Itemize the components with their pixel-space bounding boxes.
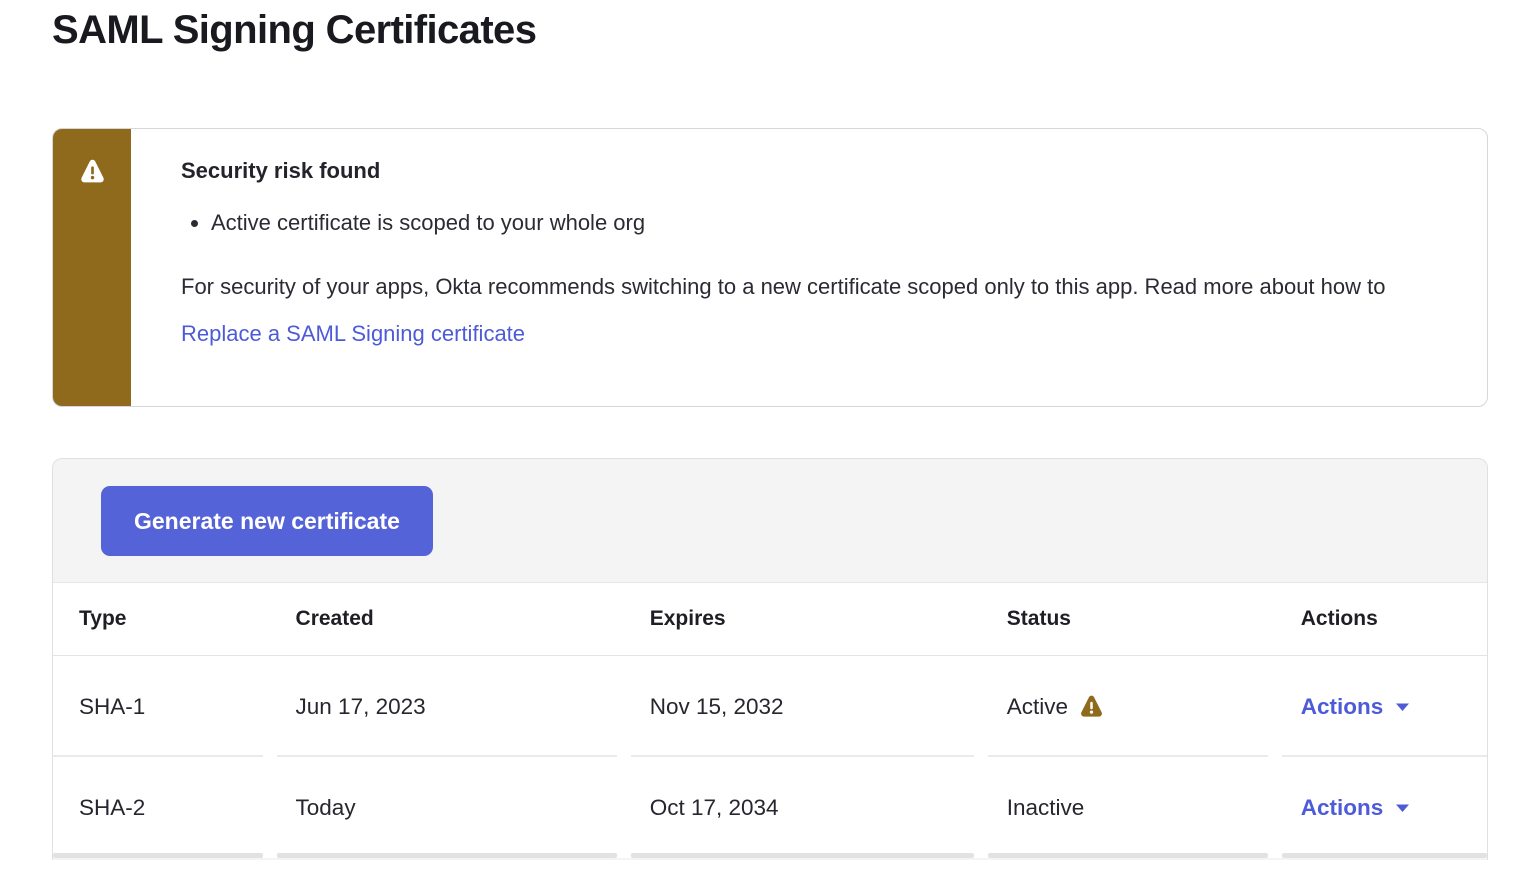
status-label: Active	[1007, 694, 1068, 720]
cell-expires: Oct 17, 2034	[624, 757, 981, 858]
certificates-table-area: Type Created Expires Status Actions SHA-…	[53, 582, 1487, 858]
actions-label: Actions	[1301, 694, 1384, 720]
alert-bullet-list: Active certificate is scoped to your who…	[211, 208, 1431, 238]
cell-type: SHA-2	[53, 757, 270, 858]
security-risk-alert: Security risk found Active certificate i…	[52, 128, 1488, 407]
cell-status: Active	[981, 656, 1275, 757]
column-header-type: Type	[53, 583, 270, 656]
cell-status: Inactive	[981, 757, 1275, 858]
cell-actions: Actions	[1275, 757, 1487, 858]
column-header-status: Status	[981, 583, 1275, 656]
alert-content: Security risk found Active certificate i…	[131, 129, 1487, 406]
actions-dropdown-button[interactable]: Actions	[1301, 795, 1410, 821]
cell-created: Jun 17, 2023	[270, 656, 624, 757]
cell-expires: Nov 15, 2032	[624, 656, 981, 757]
column-header-expires: Expires	[624, 583, 981, 656]
chevron-down-icon	[1396, 804, 1409, 812]
table-row: SHA-2 Today Oct 17, 2034 Inactive Action…	[53, 757, 1487, 858]
alert-severity-stripe	[53, 129, 131, 406]
column-header-created: Created	[270, 583, 624, 656]
status-label: Inactive	[1007, 795, 1085, 821]
column-header-actions: Actions	[1275, 583, 1487, 656]
page-title: SAML Signing Certificates	[52, 8, 536, 53]
cell-actions: Actions	[1275, 656, 1487, 757]
cell-type: SHA-1	[53, 656, 270, 757]
alert-body-prefix: For security of your apps, Okta recommen…	[181, 274, 1385, 299]
chevron-down-icon	[1396, 703, 1409, 711]
cell-created: Today	[270, 757, 624, 858]
status-warning-icon	[1079, 694, 1104, 719]
actions-label: Actions	[1301, 795, 1384, 821]
generate-new-certificate-button[interactable]: Generate new certificate	[101, 486, 433, 556]
certificates-table: Type Created Expires Status Actions SHA-…	[53, 583, 1487, 858]
alert-body-text: For security of your apps, Okta recommen…	[181, 263, 1431, 357]
alert-title: Security risk found	[181, 158, 1431, 184]
replace-certificate-link[interactable]: Replace a SAML Signing certificate	[181, 321, 525, 346]
table-row: SHA-1 Jun 17, 2023 Nov 15, 2032 Active	[53, 656, 1487, 757]
actions-dropdown-button[interactable]: Actions	[1301, 694, 1410, 720]
alert-bullet-item: Active certificate is scoped to your who…	[211, 208, 1431, 238]
warning-triangle-icon	[79, 158, 106, 190]
certificates-panel: Generate new certificate Type Created Ex…	[52, 458, 1488, 860]
table-header-row: Type Created Expires Status Actions	[53, 583, 1487, 656]
